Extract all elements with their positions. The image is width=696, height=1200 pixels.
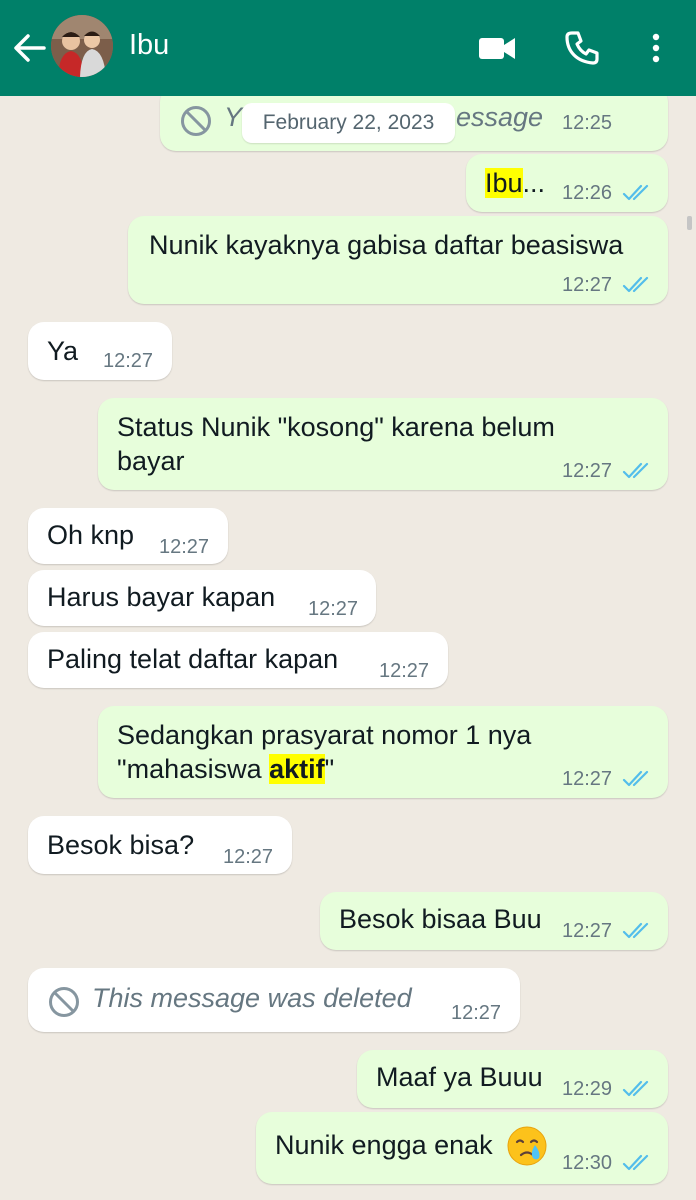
message-text: Nunik kayaknya gabisa daftar beasiswa: [149, 230, 624, 260]
message-list[interactable]: Y essage 12:25 February 22, 2023 Ibu... …: [0, 86, 696, 1200]
message-time: 12:27: [379, 660, 430, 682]
message-text: Nunik engga enak: [275, 1130, 493, 1160]
search-highlight: aktif: [269, 754, 325, 784]
message-time: 12:27: [562, 460, 613, 482]
voice-call-button[interactable]: [560, 26, 604, 70]
message-text: Sedangkan prasyarat nomor 1 nya "mahasis…: [117, 718, 577, 786]
double-check-icon: [622, 770, 649, 787]
message-time: 12:29: [562, 1078, 613, 1100]
message-text: Besok bisa?: [47, 830, 195, 860]
double-check-icon: [622, 922, 649, 939]
deleted-message-text: Y: [224, 102, 243, 132]
message-time: 12:27: [562, 920, 613, 942]
search-highlight: Ibu: [485, 168, 523, 198]
avatar-image: [51, 15, 113, 77]
message-time: 12:27: [562, 768, 613, 790]
message-time: 12:27: [562, 274, 613, 296]
message-bubble-incoming[interactable]: Paling telat daftar kapan 12:27: [28, 632, 448, 688]
double-check-icon: [622, 1154, 649, 1171]
message-text: Paling telat daftar kapan: [47, 644, 339, 674]
chat-header: Ibu: [0, 0, 696, 96]
double-check-icon: [622, 1080, 649, 1097]
video-call-icon: [479, 38, 515, 59]
message-bubble-outgoing[interactable]: Status Nunik "kosong" karena belum bayar…: [98, 398, 668, 490]
message-time: 12:27: [223, 846, 274, 868]
message-text: Oh knp: [47, 520, 135, 550]
message-time: 12:26: [562, 182, 613, 204]
message-text: Maaf ya Buuu: [376, 1062, 543, 1092]
blocked-icon: [181, 106, 211, 136]
video-call-button[interactable]: [475, 26, 519, 70]
message-text: Status Nunik "kosong" karena belum bayar: [117, 412, 555, 476]
double-check-icon: [622, 276, 649, 293]
double-check-icon: [622, 184, 649, 201]
message-time: 12:27: [159, 536, 210, 558]
message-bubble-outgoing[interactable]: Sedangkan prasyarat nomor 1 nya "mahasis…: [98, 706, 668, 798]
message-text: Besok bisaa Buu: [339, 904, 542, 934]
blocked-icon: [49, 987, 79, 1017]
message-bubble-incoming[interactable]: Ya 12:27: [28, 322, 172, 380]
message-bubble-outgoing[interactable]: Nunik kayaknya gabisa daftar beasiswa 12…: [128, 216, 668, 304]
message-text-end: ": [324, 754, 335, 784]
scrollbar-thumb[interactable]: [687, 216, 692, 230]
back-arrow-icon: [14, 34, 46, 62]
message-bubble-outgoing[interactable]: Maaf ya Buuu 12:29: [357, 1050, 668, 1108]
message-time: 12:30: [562, 1152, 613, 1174]
avatar[interactable]: [51, 15, 113, 77]
message-time: 12:27: [308, 598, 359, 620]
deleted-message-text: This message was deleted: [92, 983, 412, 1013]
phone-icon: [565, 31, 599, 65]
message-time: 12:25: [562, 112, 613, 134]
message-bubble-outgoing[interactable]: Besok bisaa Buu 12:27: [320, 892, 668, 950]
contact-name[interactable]: Ibu: [129, 29, 169, 62]
message-time: 12:27: [103, 350, 154, 372]
deleted-message-text-tail: essage: [456, 102, 544, 132]
date-chip: February 22, 2023: [242, 103, 455, 143]
message-text: Ya: [47, 336, 79, 366]
message-time: 12:27: [451, 1002, 502, 1024]
message-text: Harus bayar kapan: [47, 582, 276, 612]
message-bubble-incoming-deleted[interactable]: This message was deleted 12:27: [28, 968, 520, 1032]
message-text-rest: ...: [522, 168, 546, 198]
crying-face-emoji: [507, 1126, 547, 1166]
more-vert-icon: [652, 33, 660, 63]
more-options-button[interactable]: [634, 26, 678, 70]
message-text: Ibu...: [485, 166, 545, 200]
message-bubble-incoming[interactable]: Besok bisa? 12:27: [28, 816, 292, 874]
message-bubble-incoming[interactable]: Harus bayar kapan 12:27: [28, 570, 376, 626]
back-button[interactable]: [8, 26, 52, 70]
message-bubble-outgoing[interactable]: Nunik engga enak 12:30: [256, 1112, 668, 1184]
message-bubble-outgoing[interactable]: Ibu... 12:26: [466, 154, 668, 212]
message-bubble-incoming[interactable]: Oh knp 12:27: [28, 508, 228, 564]
double-check-icon: [622, 462, 649, 479]
